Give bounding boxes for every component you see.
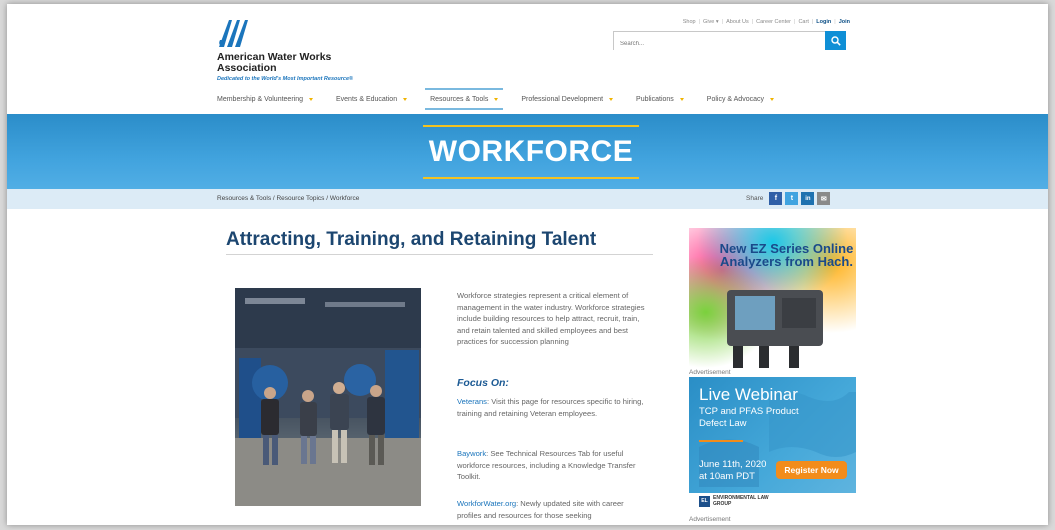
logo-name[interactable]: American Water Works Association bbox=[217, 52, 367, 74]
search-button[interactable] bbox=[825, 31, 846, 50]
ad2-title: Live Webinar bbox=[699, 385, 798, 404]
caret-down-icon bbox=[309, 97, 313, 101]
search-icon bbox=[830, 35, 841, 46]
nav-item-resources[interactable]: Resources & Tools bbox=[425, 88, 504, 110]
util-link-cart[interactable]: Cart bbox=[798, 19, 808, 25]
facebook-icon[interactable]: f bbox=[769, 192, 783, 205]
ad2-subtitle: TCP and PFAS Product Defect Law bbox=[699, 406, 799, 429]
baywork-link[interactable]: Baywork bbox=[457, 449, 486, 458]
divider: | bbox=[811, 19, 814, 25]
util-link-about[interactable]: About Us bbox=[726, 19, 749, 25]
breadcrumb-bar: Resources & Tools / Resource Topics / Wo… bbox=[7, 189, 1048, 209]
linkedin-icon[interactable]: in bbox=[801, 192, 815, 205]
register-now-button[interactable]: Register Now bbox=[776, 461, 847, 479]
hero-banner: WORKFORCE bbox=[7, 114, 1048, 189]
caret-down-icon bbox=[494, 97, 499, 101]
workforwater-link[interactable]: WorkforWater.org bbox=[457, 499, 516, 508]
ad2-date: June 11th, 2020 at 10am PDT bbox=[699, 459, 767, 482]
workers-illustration bbox=[235, 288, 421, 506]
nav-item-publications[interactable]: Publications bbox=[636, 88, 684, 110]
share-label: Share bbox=[746, 195, 764, 202]
sponsor-logo: EL ENVIRONMENTAL LAW GROUP bbox=[699, 495, 773, 507]
focus-item: WorkforWater.org: Newly updated site wit… bbox=[457, 498, 647, 521]
ad-caption: Advertisement bbox=[689, 369, 731, 376]
util-link-login[interactable]: Login bbox=[816, 19, 831, 25]
nav-item-membership[interactable]: Membership & Volunteering bbox=[217, 88, 313, 110]
nav-label: Resources & Tools bbox=[430, 95, 489, 103]
focus-item: Baywork: See Technical Resources Tab for… bbox=[457, 448, 647, 483]
workers-photo bbox=[235, 288, 421, 506]
search-input[interactable] bbox=[614, 35, 826, 53]
util-link-career-center[interactable]: Career Center bbox=[756, 19, 791, 25]
email-icon[interactable]: ✉ bbox=[817, 192, 831, 205]
caret-down-icon bbox=[770, 97, 774, 101]
banner-title: WORKFORCE bbox=[423, 125, 639, 179]
search-box bbox=[613, 31, 827, 53]
util-link-give[interactable]: Give ▾ bbox=[703, 19, 719, 25]
focus-heading: Focus On: bbox=[457, 377, 509, 389]
caret-down-icon bbox=[679, 97, 684, 101]
breadcrumb[interactable]: Resources & Tools / Resource Topics / Wo… bbox=[217, 195, 359, 202]
ad-webinar[interactable]: Live Webinar TCP and PFAS Product Defect… bbox=[689, 377, 856, 493]
elg-logo-icon: EL bbox=[699, 495, 710, 507]
divider bbox=[226, 254, 653, 255]
divider: | bbox=[834, 19, 836, 25]
nav-label: Publications bbox=[636, 95, 674, 103]
nav-label: Membership & Volunteering bbox=[217, 95, 303, 103]
page-title: Attracting, Training, and Retaining Tale… bbox=[226, 229, 597, 250]
main-nav: Membership & Volunteering Events & Educa… bbox=[217, 88, 797, 110]
divider: | bbox=[721, 19, 724, 25]
nav-item-events[interactable]: Events & Education bbox=[336, 88, 408, 110]
caret-down-icon bbox=[403, 97, 408, 101]
veterans-link[interactable]: Veterans bbox=[457, 397, 487, 406]
nav-label: Policy & Advocacy bbox=[706, 95, 764, 103]
utility-links: Shop | Give ▾ | About Us | Career Center | C… bbox=[683, 19, 850, 25]
focus-item: Veterans: Visit this page for resources … bbox=[457, 396, 647, 419]
sponsor-name: ENVIRONMENTAL LAW GROUP bbox=[713, 495, 769, 507]
nav-label: Professional Development bbox=[521, 95, 604, 103]
site-header: American Water Works Association Dedicat… bbox=[7, 4, 1048, 114]
browser-page: American Water Works Association Dedicat… bbox=[7, 4, 1048, 525]
logo-tagline: Dedicated to the World's Most Important … bbox=[217, 76, 354, 82]
awwa-logo-icon[interactable] bbox=[217, 18, 251, 48]
divider: | bbox=[794, 19, 796, 25]
divider: | bbox=[751, 19, 754, 25]
divider bbox=[699, 440, 743, 442]
nav-item-policy[interactable]: Policy & Advocacy bbox=[707, 88, 774, 110]
share-bar: Share f t in ✉ bbox=[746, 192, 831, 205]
util-link-join[interactable]: Join bbox=[839, 19, 850, 25]
nav-item-professional-development[interactable]: Professional Development bbox=[521, 88, 614, 110]
divider: | bbox=[698, 19, 701, 25]
ad1-headline: New EZ Series Online Analyzers from Hach… bbox=[719, 241, 854, 269]
nav-label: Events & Education bbox=[336, 95, 398, 103]
caret-down-icon bbox=[609, 97, 614, 101]
intro-paragraph: Workforce strategies represent a critica… bbox=[457, 291, 645, 346]
ad-caption: Advertisement bbox=[689, 516, 731, 523]
twitter-icon[interactable]: t bbox=[785, 192, 799, 205]
util-link-shop[interactable]: Shop bbox=[683, 19, 696, 25]
